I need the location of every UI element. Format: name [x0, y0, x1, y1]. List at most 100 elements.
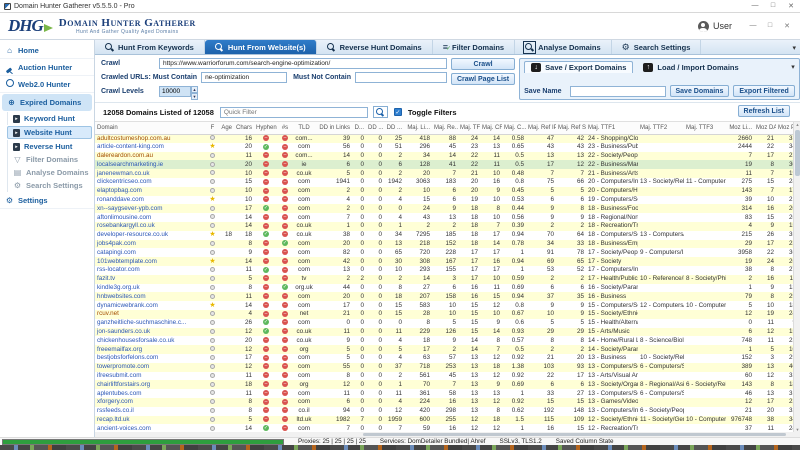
dot-icon[interactable]	[210, 329, 215, 334]
domain-link[interactable]: article-content-king.com	[97, 143, 164, 150]
tab-load-import-domains[interactable]: ↑ Load / Import Domains	[637, 62, 744, 73]
table-row[interactable]: rcuv.net4net210015281015100.6710915 - So…	[95, 310, 798, 319]
column-header[interactable]: Hyphen	[254, 122, 278, 134]
domain-link[interactable]: kindle3g.org.uk	[97, 284, 140, 291]
domain-link[interactable]: 101webtemplate.com	[97, 258, 157, 265]
table-row[interactable]: kindle3g.org.uk8org.uk4400827616110.6966…	[95, 284, 798, 293]
table-row[interactable]: rss-locator.com11com13001029315517171535…	[95, 266, 798, 275]
table-row[interactable]: rssfeeds.co.il8co.il9400124202981380.621…	[95, 407, 798, 416]
maximize-icon[interactable]	[765, 22, 775, 30]
vertical-scroll-thumb[interactable]	[795, 130, 800, 176]
table-row[interactable]: rosebankargyll.co.uk14co.uk1001221870.39…	[95, 222, 798, 231]
domain-link[interactable]: hnbwebsites.com	[97, 293, 146, 300]
domain-link[interactable]: ifreesubmit.com	[97, 372, 141, 379]
table-row[interactable]: xforgery.com8com60042241613120.92151513 …	[95, 398, 798, 407]
table-row[interactable]: localsearchmarketing.ie20ie6006128412211…	[95, 160, 798, 169]
table-row[interactable]: catapingi.com9com82006572022817171917817…	[95, 248, 798, 257]
table-row[interactable]: freeemailfax.org12org50051721470.52214 -…	[95, 345, 798, 354]
must-not-contain-input[interactable]	[355, 72, 447, 83]
dot-icon[interactable]	[210, 267, 215, 272]
domain-link[interactable]: elaptopbag.com	[97, 187, 142, 194]
maximize-icon[interactable]	[768, 2, 778, 10]
table-row[interactable]: recap.ltd.uk5ltd.uk198270195960025512181…	[95, 416, 798, 425]
crawl-url-input[interactable]	[159, 58, 447, 69]
table-row[interactable]: article-content-king.com★20com5600512964…	[95, 143, 798, 152]
column-header[interactable]: Maj. Ref IPs	[526, 122, 556, 134]
table-row[interactable]: ifreesubmit.com11com80025614513120.92221…	[95, 372, 798, 381]
dot-icon[interactable]	[210, 188, 215, 193]
table-row[interactable]: 101webtemplate.com★14com4200303081671716…	[95, 257, 798, 266]
scroll-up-icon[interactable]: ▲	[794, 122, 800, 127]
domain-link[interactable]: recap.ltd.uk	[97, 416, 130, 423]
dot-icon[interactable]	[210, 390, 215, 395]
domain-link[interactable]: freeemailfax.org	[97, 346, 142, 353]
sidebar-item-keyword-hunt[interactable]: ▸Keyword Hunt	[7, 112, 94, 125]
table-row[interactable]: hnbwebsites.com11com20001820715816150.94…	[95, 292, 798, 301]
os-taskbar[interactable]	[0, 445, 800, 450]
dot-icon[interactable]	[210, 223, 215, 228]
quick-filter-input[interactable]	[220, 107, 368, 118]
spinner-down-icon[interactable]: ▼	[191, 93, 198, 100]
star-icon[interactable]: ★	[209, 196, 215, 203]
star-icon[interactable]: ★	[209, 231, 215, 238]
star-icon[interactable]: ★	[209, 302, 215, 309]
dot-icon[interactable]	[210, 417, 215, 422]
dot-icon[interactable]	[210, 311, 215, 316]
domain-link[interactable]: xforgery.com	[97, 398, 133, 405]
crawl-levels-input[interactable]	[159, 86, 191, 97]
column-header[interactable]: #s	[278, 122, 292, 134]
sidebar-item-home[interactable]: ⌂Home	[0, 42, 94, 59]
table-row[interactable]: chickenhousesforsale.co.uk20co.uk9004189…	[95, 336, 798, 345]
star-icon[interactable]: ★	[209, 143, 215, 150]
column-header[interactable]: Maj. Re...	[432, 122, 458, 134]
table-row[interactable]: aplentubes.com11com110011361581313133271…	[95, 389, 798, 398]
table-row[interactable]: adultcostumeshop.com.au16com...390025418…	[95, 134, 798, 143]
quick-filter-search-button[interactable]	[373, 106, 388, 118]
column-header[interactable]: Maj. Li...	[404, 122, 432, 134]
crawl-button[interactable]: Crawl	[451, 58, 515, 70]
domain-link[interactable]: xn--saygsever-ypb.com	[97, 205, 162, 212]
sidebar-item-reverse-hunt[interactable]: ▸Reverse Hunt	[7, 140, 94, 153]
column-header[interactable]: D...	[352, 122, 366, 134]
dot-icon[interactable]	[210, 338, 215, 343]
column-header[interactable]: Chars	[234, 122, 254, 134]
must-contain-input[interactable]	[201, 72, 287, 83]
tab-analyse-domains[interactable]: Analyse Domains	[515, 40, 612, 54]
dot-icon[interactable]	[210, 320, 215, 325]
table-row[interactable]: xn--saygsever-ypb.com17com20002491880.44…	[95, 204, 798, 213]
refresh-list-button[interactable]: Refresh List	[738, 105, 790, 117]
column-header[interactable]: Maj. TTF1	[586, 122, 638, 134]
column-header[interactable]: DD in Links	[316, 122, 352, 134]
crawl-levels-stepper[interactable]: ▲ ▼	[159, 86, 198, 97]
tab-save-export-domains[interactable]: ↓ Save / Export Domains	[524, 61, 633, 73]
dot-icon[interactable]	[210, 250, 215, 255]
close-icon[interactable]	[782, 22, 792, 30]
domain-link[interactable]: rosebankargyll.co.uk	[97, 222, 155, 229]
dot-icon[interactable]	[210, 355, 215, 360]
dot-icon[interactable]	[210, 241, 215, 246]
column-header[interactable]: Moz DA	[754, 122, 776, 134]
domain-link[interactable]: aplentubes.com	[97, 390, 141, 397]
crawl-page-list-button[interactable]: Crawl Page List	[451, 73, 515, 85]
column-header[interactable]: F	[207, 122, 218, 134]
column-header[interactable]: Age	[218, 122, 234, 134]
column-header[interactable]: DD ...	[384, 122, 404, 134]
table-row[interactable]: elaptopbag.com10com20021062090.455520 - …	[95, 187, 798, 196]
tab-hunt-from-keywords[interactable]: Hunt From Keywords	[95, 40, 205, 54]
table-row[interactable]: jobs4pak.com8com20001321815218140.783433…	[95, 240, 798, 249]
export-filtered-button[interactable]: Export Filtered	[733, 85, 794, 97]
domain-link[interactable]: localsearchmarketing.ie	[97, 161, 163, 168]
domain-link[interactable]: adultcostumeshop.com.au	[97, 135, 171, 142]
sidebar-item-analyse-domains[interactable]: ▤Analyse Domains	[7, 166, 94, 179]
toggle-filters-checkbox[interactable]	[394, 108, 402, 116]
domain-link[interactable]: bestjobsforfelons.com	[97, 354, 158, 361]
domain-link[interactable]: dalereardon.com.au	[97, 152, 153, 159]
table-row[interactable]: towerpromote.com12com55003771825313181.3…	[95, 363, 798, 372]
table-row[interactable]: ganzheitliche-suchmaschine.c...26com0000…	[95, 319, 798, 328]
column-header[interactable]: Maj. TTF2	[638, 122, 684, 134]
dot-icon[interactable]	[210, 162, 215, 167]
close-icon[interactable]	[786, 2, 796, 10]
table-row[interactable]: developer-resource.co.uk★1818co.uk380034…	[95, 231, 798, 240]
dot-icon[interactable]	[210, 276, 215, 281]
column-header[interactable]: Maj. TTF3	[684, 122, 726, 134]
